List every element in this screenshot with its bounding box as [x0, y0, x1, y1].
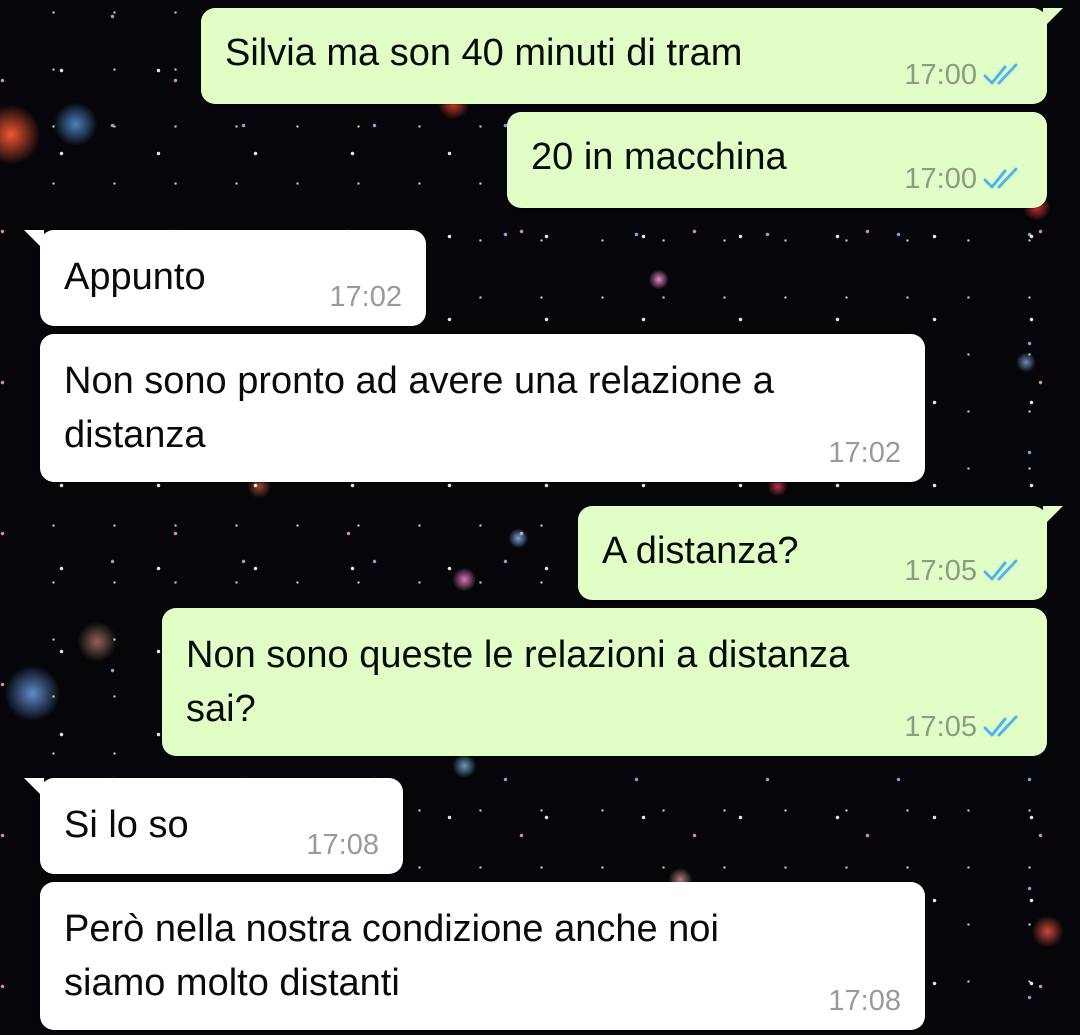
- incoming-message[interactable]: Non sono pronto ad avere una relazione a…: [40, 334, 925, 482]
- message-time: 17:08: [828, 985, 901, 1017]
- double-check-read-icon: [983, 63, 1018, 85]
- message-text: 20 in macchina: [531, 136, 787, 178]
- message-time: 17:08: [306, 829, 379, 861]
- message-meta: 17:00: [904, 162, 1023, 196]
- message-text: A distanza?: [602, 530, 799, 572]
- message-time: 17:00: [904, 163, 977, 195]
- message-text: Appunto: [64, 256, 206, 298]
- message-meta: 17:02: [828, 436, 901, 470]
- message-text: Si lo so: [64, 804, 189, 846]
- double-check-read-icon: [983, 167, 1018, 189]
- message-meta: 17:08: [828, 984, 901, 1018]
- outgoing-message[interactable]: Silvia ma son 40 minuti di tram 17:00: [201, 8, 1063, 104]
- outgoing-message[interactable]: A distanza? 17:05: [578, 506, 1063, 600]
- incoming-message[interactable]: Appunto 17:02: [24, 230, 426, 326]
- outgoing-message[interactable]: Non sono queste le relazioni a distanza …: [162, 608, 1047, 756]
- message-time: 17:05: [904, 555, 977, 587]
- message-meta: 17:08: [306, 828, 379, 862]
- message-time: 17:05: [904, 711, 977, 743]
- message-time: 17:02: [329, 281, 402, 313]
- message-meta: 17:05: [904, 710, 1023, 744]
- incoming-message[interactable]: Però nella nostra condizione anche noi s…: [40, 882, 925, 1030]
- incoming-message[interactable]: Si lo so 17:08: [24, 778, 403, 874]
- message-text: Però nella nostra condizione anche noi s…: [64, 908, 719, 1004]
- message-time: 17:00: [904, 59, 977, 91]
- double-check-read-icon: [983, 715, 1018, 737]
- message-text: Non sono queste le relazioni a distanza …: [186, 634, 850, 730]
- double-check-read-icon: [983, 559, 1018, 581]
- outgoing-message[interactable]: 20 in macchina 17:00: [507, 112, 1047, 208]
- message-meta: 17:02: [329, 280, 402, 314]
- message-time: 17:02: [828, 437, 901, 469]
- chat-screen: Silvia ma son 40 minuti di tram 17:00 20…: [0, 0, 1080, 1035]
- message-text: Silvia ma son 40 minuti di tram: [225, 32, 743, 74]
- message-meta: 17:00: [904, 58, 1023, 92]
- message-text: Non sono pronto ad avere una relazione a…: [64, 360, 774, 456]
- message-meta: 17:05: [904, 554, 1023, 588]
